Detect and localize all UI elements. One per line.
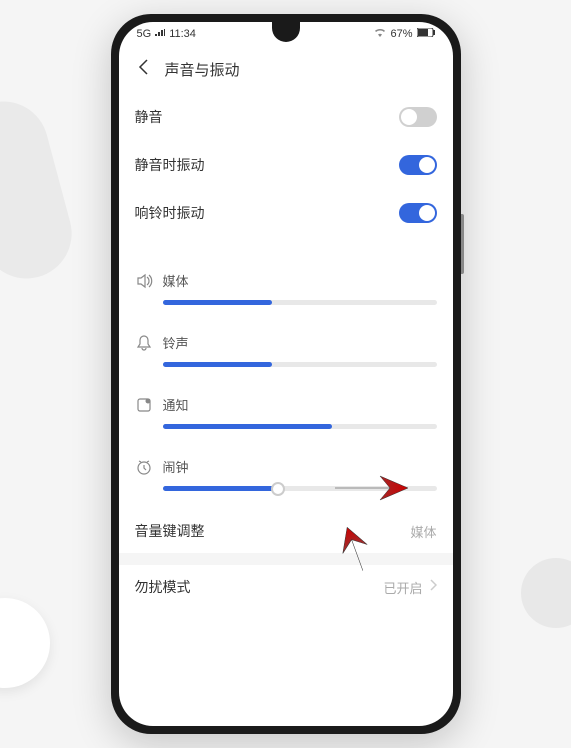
notification-label: 通知 bbox=[163, 395, 189, 414]
bg-decoration bbox=[0, 598, 50, 688]
signal-icon bbox=[155, 28, 165, 40]
ringtone-slider[interactable] bbox=[163, 362, 437, 367]
bg-decoration bbox=[0, 91, 82, 288]
dnd-row[interactable]: 勿扰模式 已开启 bbox=[135, 565, 437, 609]
ringtone-label: 铃声 bbox=[163, 333, 189, 352]
moon-icon bbox=[360, 28, 370, 41]
wifi-icon bbox=[374, 28, 386, 40]
alarm-slider-section: 闹钟 bbox=[135, 447, 437, 509]
dnd-label: 勿扰模式 bbox=[135, 577, 191, 597]
media-label: 媒体 bbox=[163, 271, 189, 290]
bg-decoration bbox=[521, 558, 571, 628]
notification-icon bbox=[135, 396, 153, 414]
alarm-slider[interactable] bbox=[163, 486, 437, 491]
vibrate-mute-label: 静音时振动 bbox=[135, 155, 205, 175]
speaker-icon bbox=[135, 272, 153, 290]
dnd-value: 已开启 bbox=[383, 578, 422, 597]
ringtone-slider-section: 铃声 bbox=[135, 323, 437, 385]
bell-icon bbox=[135, 334, 153, 352]
clock-icon bbox=[135, 458, 153, 476]
notification-slider-section: 通知 bbox=[135, 385, 437, 447]
vibrate-mute-toggle[interactable] bbox=[399, 155, 437, 175]
media-slider-section: 媒体 bbox=[135, 261, 437, 323]
volume-key-label: 音量键调整 bbox=[135, 521, 205, 541]
page-header: 声音与振动 bbox=[119, 46, 453, 93]
phone-side-button bbox=[461, 214, 464, 274]
page-title: 声音与振动 bbox=[165, 59, 240, 80]
status-time: 11:34 bbox=[169, 28, 196, 40]
chevron-right-icon bbox=[429, 578, 437, 596]
signal-label: 5G bbox=[137, 28, 152, 40]
vibrate-ring-row: 响铃时振动 bbox=[135, 189, 437, 237]
media-slider[interactable] bbox=[163, 300, 437, 305]
mute-label: 静音 bbox=[135, 107, 163, 127]
volume-key-row[interactable]: 音量键调整 媒体 bbox=[135, 509, 437, 553]
mute-row: 静音 bbox=[135, 93, 437, 141]
vibrate-mute-row: 静音时振动 bbox=[135, 141, 437, 189]
notification-slider[interactable] bbox=[163, 424, 437, 429]
battery-percent: 67% bbox=[390, 28, 412, 40]
phone-mockup: 5G 11:34 67% bbox=[111, 14, 461, 734]
phone-screen: 5G 11:34 67% bbox=[119, 22, 453, 726]
vibrate-ring-toggle[interactable] bbox=[399, 203, 437, 223]
back-button[interactable] bbox=[135, 58, 153, 81]
alarm-label: 闹钟 bbox=[163, 457, 189, 476]
vibrate-ring-label: 响铃时振动 bbox=[135, 203, 205, 223]
mute-toggle[interactable] bbox=[399, 107, 437, 127]
volume-key-value: 媒体 bbox=[410, 522, 436, 541]
battery-icon bbox=[417, 28, 435, 40]
